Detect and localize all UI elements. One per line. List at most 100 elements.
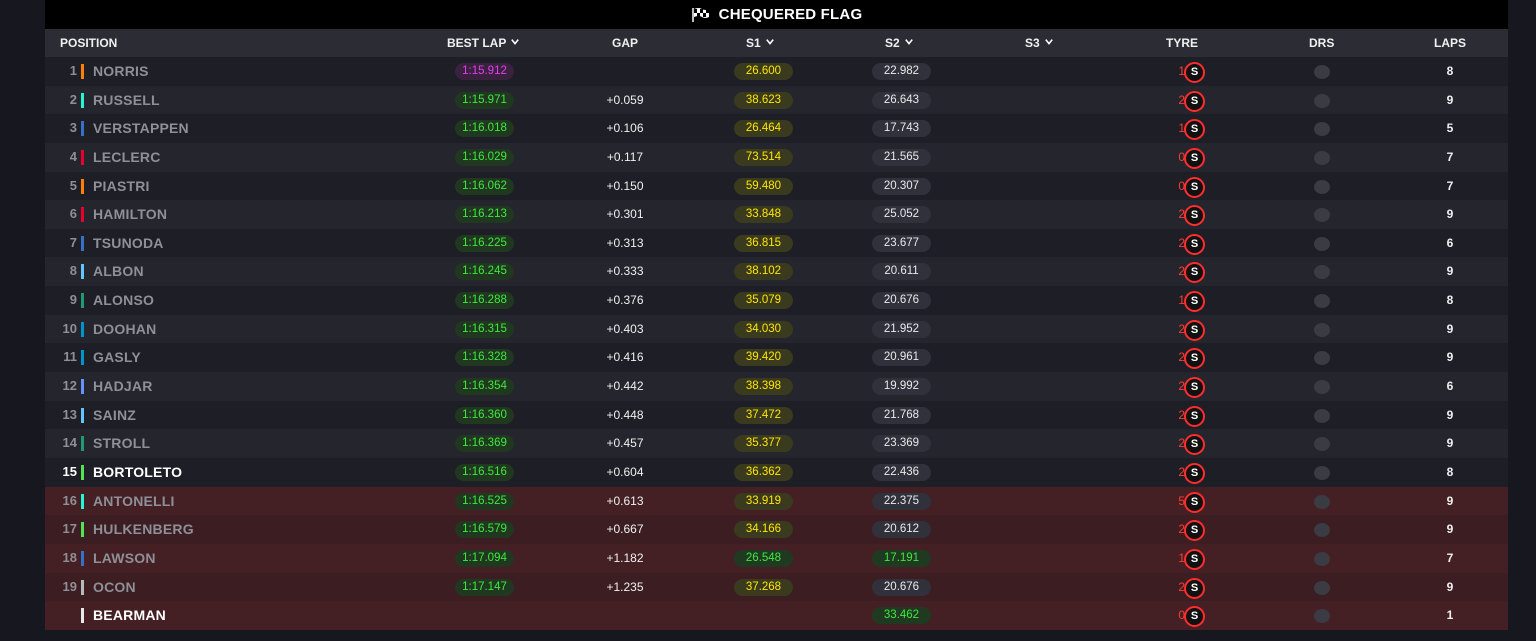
gap-value: +0.457 [606,436,644,451]
soft-tyre-icon: S [1184,462,1205,484]
sector-2-time: 23.677 [872,234,931,252]
table-header: POSITION BEST LAP GAP S1 S2 S3 TYRE DRS … [45,29,1508,57]
team-color-bar [81,264,84,280]
lap-count: 9 [1446,264,1454,279]
tyre-age: 0 [1178,178,1185,193]
tyre-age: 2 [1178,207,1185,222]
drs-indicator [1314,380,1330,395]
table-row[interactable]: 7 TSUNODA 1:16.225 +0.313 36.815 23.677 2 S 6 [45,228,1508,258]
session-status-bar: CHEQUERED FLAG [45,0,1508,29]
tyre-age: 5 [1178,493,1185,508]
table-row[interactable]: 8 ALBON 1:16.245 +0.333 38.102 20.611 2 S 9 [45,257,1508,287]
gap-value: +0.150 [606,178,644,193]
best-lap-time: 1:16.029 [455,148,514,166]
table-row[interactable]: 9 ALONSO 1:16.288 +0.376 35.079 20.676 1 S 8 [45,286,1508,315]
table-row[interactable]: 11 GASLY 1:16.328 +0.416 39.420 20.961 2 S 9 [45,343,1508,373]
column-s3[interactable]: S3 [1025,29,1053,57]
position-number: 8 [69,263,77,279]
sector-1-time: 35.079 [734,292,793,310]
position-number: 14 [62,435,77,451]
column-s1[interactable]: S1 [746,29,774,57]
drs-indicator [1314,322,1330,337]
column-best-lap[interactable]: BEST LAP [447,29,520,57]
lap-count: 7 [1446,550,1454,565]
driver-name: ALBON [93,263,144,280]
table-row[interactable]: 16 ANTONELLI 1:16.525 +0.613 33.919 22.375 5 S 9 [45,486,1508,516]
sector-1-time: 26.600 [734,63,793,80]
team-color-bar [81,293,84,309]
lap-count: 1 [1446,608,1454,623]
table-row[interactable]: 15 BORTOLETO 1:16.516 +0.604 36.362 22.436 2 S 8 [45,457,1508,487]
soft-tyre-icon: S [1184,90,1205,112]
sector-1-time: 26.548 [734,549,793,567]
best-lap-time: 1:17.094 [455,549,514,567]
table-row[interactable]: BEARMAN 33.462 0 S 1 [45,601,1508,630]
table-row[interactable]: 17 HULKENBERG 1:16.579 +0.667 34.166 20.612 2 S… [45,515,1508,544]
drs-indicator [1314,609,1330,624]
soft-tyre-icon: S [1184,577,1205,599]
team-color-bar [81,579,84,595]
position-number: 2 [69,91,77,107]
gap-value: +0.106 [606,121,644,136]
chevron-down-icon [765,39,774,45]
tyre-age: 2 [1178,464,1185,479]
position-number: 10 [62,320,77,336]
drs-indicator [1314,580,1330,595]
team-color-bar [81,407,84,423]
table-row[interactable]: 19 OCON 1:17.147 +1.235 37.268 20.676 2 S 9 [45,572,1508,602]
tyre-age: 2 [1178,264,1185,279]
gap-value: +0.313 [606,235,644,250]
lap-count: 8 [1446,464,1454,479]
table-row[interactable]: 4 LECLERC 1:16.029 +0.117 73.514 21.565 0 S 7 [45,142,1508,172]
team-color-bar [81,436,84,452]
soft-tyre-icon: S [1184,291,1205,313]
table-row[interactable]: 5 PIASTRI 1:16.062 +0.150 59.480 20.307 0 S 7 [45,171,1508,201]
gap-value: +0.442 [606,379,644,394]
table-row[interactable]: 1 NORRIS 1:15.912 26.600 22.982 1 S 8 [45,57,1508,86]
table-row[interactable]: 6 HAMILTON 1:16.213 +0.301 33.848 25.052 2 S 9 [45,200,1508,229]
chevron-down-icon [1044,39,1053,45]
sector-2-time: 21.565 [872,148,931,166]
soft-tyre-icon: S [1184,62,1205,83]
chevron-down-icon [511,39,520,45]
gap-value: +1.182 [606,550,644,565]
tyre-age: 1 [1178,293,1185,308]
sector-2-time: 19.992 [872,378,931,396]
sector-2-time: 25.052 [872,206,931,224]
soft-tyre-icon: S [1184,119,1205,141]
drs-indicator [1314,122,1330,137]
team-color-bar [81,608,84,624]
gap-value: +0.667 [606,522,644,537]
column-s2[interactable]: S2 [885,29,913,57]
driver-name: HULKENBERG [93,521,194,538]
column-gap: GAP [612,36,639,50]
gap-value: +0.333 [606,264,644,279]
drs-indicator [1314,551,1330,566]
table-row[interactable]: 14 STROLL 1:16.369 +0.457 35.377 23.369 2 S 9 [45,429,1508,458]
soft-tyre-icon: S [1184,319,1205,341]
drs-indicator [1314,93,1330,108]
table-row[interactable]: 18 LAWSON 1:17.094 +1.182 26.548 17.191 1 S 7 [45,543,1508,573]
driver-name: ANTONELLI [93,492,175,509]
gap-value: +0.376 [606,293,644,308]
sector-1-time: 38.623 [734,91,793,109]
team-color-bar [81,207,84,223]
tyre-age: 2 [1178,579,1185,594]
table-row[interactable]: 10 DOOHAN 1:16.315 +0.403 34.030 21.952 2 S 9 [45,314,1508,344]
table-row[interactable]: 2 RUSSELL 1:15.971 +0.059 38.623 26.643 2 S 9 [45,85,1508,115]
table-row[interactable]: 12 HADJAR 1:16.354 +0.442 38.398 19.992 2 S 6 [45,372,1508,401]
gap-value: +0.604 [606,464,644,479]
drs-indicator [1314,150,1330,165]
position-number: 19 [62,578,77,594]
tyre-age: 2 [1178,321,1185,336]
driver-name: ALONSO [93,292,155,309]
table-row[interactable]: 13 SAINZ 1:16.360 +0.448 37.472 21.768 2 S 9 [45,400,1508,430]
tyre-age: 1 [1178,64,1185,78]
position-number: 9 [69,292,77,308]
tyre-age: 2 [1178,235,1185,250]
table-row[interactable]: 3 VERSTAPPEN 1:16.018 +0.106 26.464 17.743 1 S 5 [45,114,1508,143]
gap-value: +0.059 [606,92,644,107]
best-lap-time: 1:16.354 [455,378,514,396]
soft-tyre-icon: S [1184,491,1205,513]
tyre-age: 0 [1178,149,1185,164]
